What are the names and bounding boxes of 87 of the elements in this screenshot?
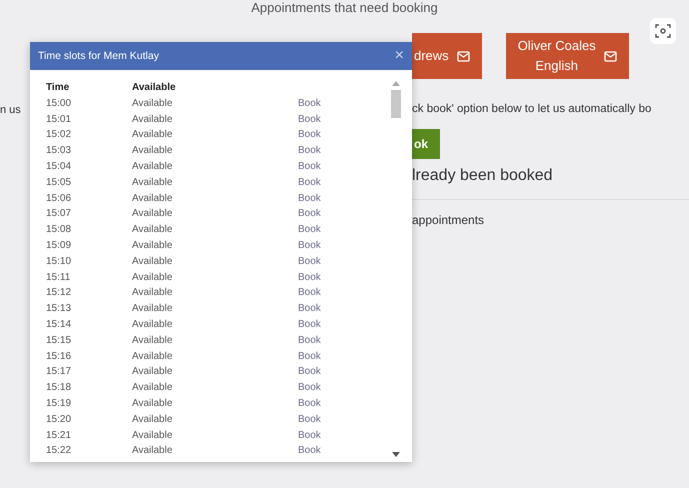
status-cell-text: Available — [132, 412, 174, 427]
time-cell-text: 15:22 — [46, 444, 72, 458]
time-cell-text: 15:04 — [46, 160, 72, 174]
teacher-button[interactable]: drews — [412, 33, 482, 79]
book-link[interactable]: Book — [298, 443, 321, 460]
quick-book-button[interactable]: ok — [412, 129, 440, 159]
book-link[interactable]: Book — [298, 112, 321, 128]
status-cell-text: Available — [132, 428, 174, 443]
status-cell-text: Available — [132, 160, 174, 174]
book-link[interactable]: Book — [298, 96, 321, 112]
status-cell-text: Available — [132, 254, 174, 269]
time-cell-text: 15:05 — [46, 176, 72, 190]
mail-icon — [604, 50, 617, 62]
status-cell-text: Available — [132, 381, 174, 396]
scroll-up-icon[interactable] — [392, 80, 400, 86]
time-cell-text: 15:21 — [46, 428, 72, 443]
status-cell-text: Available — [132, 365, 174, 380]
book-link[interactable]: Book — [298, 254, 321, 270]
status-cell-text: Available — [132, 318, 174, 332]
book-link[interactable]: Book — [298, 127, 321, 144]
scan-icon[interactable] — [650, 18, 676, 44]
time-cell-text: 15:15 — [46, 334, 72, 348]
time-cell-text: 15:14 — [46, 318, 72, 332]
mail-icon — [456, 50, 470, 62]
time-cell-text: 15:08 — [46, 223, 72, 238]
book-link[interactable]: Book — [298, 190, 321, 206]
book-link[interactable]: Book — [298, 316, 321, 333]
time-cell-text: 15:03 — [46, 144, 72, 158]
time-cell-text: 15:17 — [46, 365, 72, 380]
time-cell-text: 15:00 — [46, 96, 72, 111]
time-cell-text: 15:07 — [46, 207, 72, 222]
time-cell-text: 15:20 — [46, 412, 72, 427]
book-link[interactable]: Book — [298, 238, 321, 254]
status-cell-text: Available — [132, 112, 174, 127]
scrollbar-thumb[interactable] — [391, 90, 401, 118]
close-button[interactable]: × — [394, 47, 404, 65]
book-link[interactable]: Book — [298, 143, 321, 159]
status-cell-text: Available — [132, 334, 174, 348]
time-cell-text: 15:13 — [46, 302, 72, 316]
time-cell-text: 15:19 — [46, 396, 72, 411]
book-link[interactable]: Book — [298, 174, 321, 191]
intro-text: n us — [0, 104, 21, 116]
appointments-text: appointments — [412, 213, 486, 227]
book-link[interactable]: Book — [298, 396, 321, 412]
status-cell-text: Available — [132, 144, 174, 158]
status-cell-text: Available — [132, 207, 174, 222]
book-link[interactable]: Book — [298, 206, 321, 222]
status-cell-text: Available — [132, 238, 174, 253]
book-link[interactable]: Book — [298, 301, 321, 317]
status-cell-text: Available — [132, 176, 174, 190]
time-cell-text: 15:06 — [46, 192, 72, 206]
status-cell-text: Available — [132, 128, 174, 142]
status-cell-text: Available — [132, 302, 174, 316]
status-cell-text: Available — [132, 96, 174, 111]
time-cell-text: 15:16 — [46, 350, 72, 364]
book-link[interactable]: Book — [298, 270, 321, 286]
time-cell-text: 15:18 — [46, 381, 72, 396]
book-link[interactable]: Book — [298, 332, 321, 349]
scroll-down-icon[interactable] — [392, 452, 400, 458]
status-cell-text: Available — [132, 350, 174, 364]
intro-text: ck book' option below to let us automatically bo — [412, 103, 652, 115]
book-link[interactable]: Book — [298, 412, 321, 428]
page-heading: Appointments that need booking — [250, 0, 439, 15]
status-cell-text: Available — [132, 223, 174, 238]
status-cell-text: Available — [132, 270, 174, 285]
status-cell-text: Available — [132, 192, 174, 206]
book-link[interactable]: Book — [298, 364, 321, 380]
status-cell-text: Available — [132, 444, 174, 458]
column-header: Available — [132, 81, 177, 95]
time-cell-text: 15:01 — [46, 112, 72, 127]
time-cell-text: 15:12 — [46, 286, 72, 300]
time-cell-text: 15:10 — [46, 254, 72, 269]
time-cell-text: 15:02 — [46, 128, 72, 142]
time-cell-text: 15:11 — [46, 270, 72, 285]
dialog-title: Time slots for Mem Kutlay — [38, 50, 159, 62]
status-cell-text: Available — [132, 396, 174, 411]
time-cell-text: 15:09 — [46, 238, 72, 253]
status-cell-text: Available — [132, 286, 174, 300]
teacher-button[interactable]: Oliver Coales English — [506, 33, 629, 79]
book-link[interactable]: Book — [298, 348, 321, 364]
book-link[interactable]: Book — [298, 222, 321, 238]
column-header: Time — [46, 81, 70, 95]
book-link[interactable]: Book — [298, 285, 321, 302]
book-link[interactable]: Book — [298, 380, 321, 396]
section-heading: lready been booked — [412, 167, 554, 185]
book-link[interactable]: Book — [298, 158, 321, 175]
book-link[interactable]: Book — [298, 428, 321, 444]
